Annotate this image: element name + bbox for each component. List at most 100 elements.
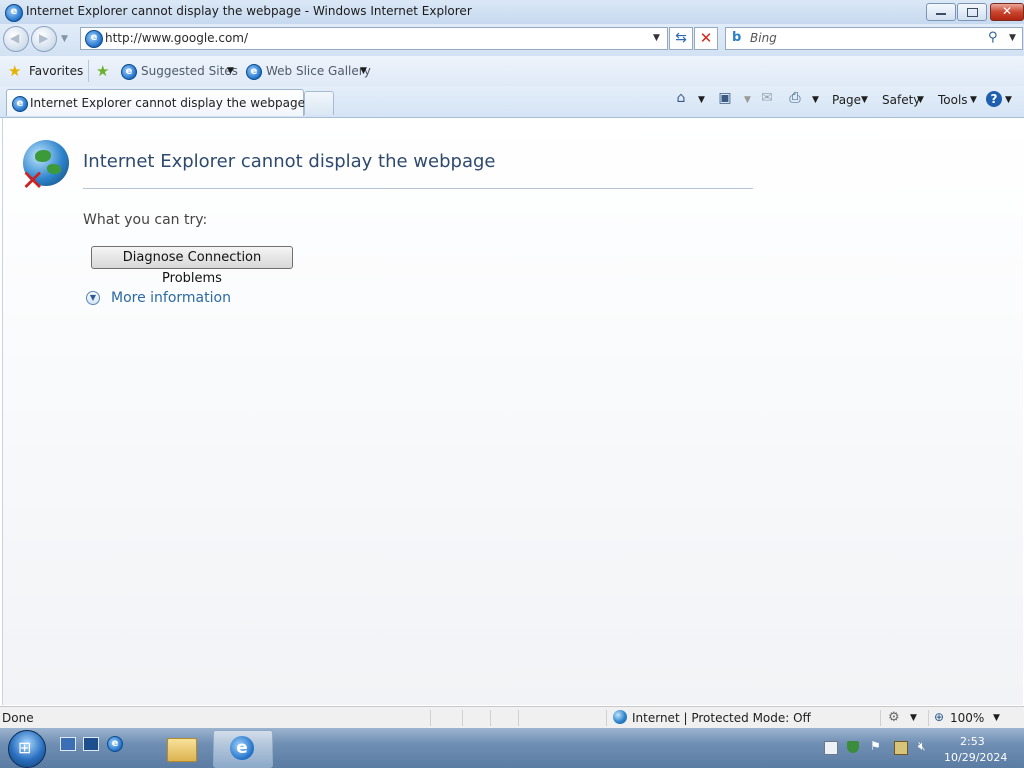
suggested-sites-dropdown[interactable]: ▼	[227, 66, 234, 76]
add-to-favorites-icon[interactable]: ★	[96, 62, 109, 80]
favorites-button[interactable]: Favorites	[29, 64, 83, 78]
feeds-icon[interactable]: ▣	[716, 90, 734, 108]
internet-zone-icon	[613, 710, 627, 724]
search-dropdown[interactable]: ▼	[1009, 33, 1016, 43]
document-icon[interactable]	[824, 741, 838, 755]
address-dropdown[interactable]: ▼	[653, 33, 660, 43]
search-box[interactable]: b Bing ⚲ ▼	[725, 27, 1023, 50]
safety-dropdown-icon[interactable]: ▼	[917, 95, 924, 105]
web-slice-gallery-link[interactable]: Web Slice Gallery	[266, 64, 371, 78]
show-desktop-icon[interactable]	[60, 737, 76, 751]
status-divider	[880, 710, 881, 726]
tab-label: Internet Explorer cannot display the web…	[30, 96, 305, 110]
page-content: ✕ Internet Explorer cannot display the w…	[2, 118, 1023, 705]
status-divider	[606, 710, 607, 726]
taskbar: ⊞ e e ⚑ 🔇︎ 2:53 10/29/2024	[0, 728, 1024, 768]
what-you-can-try-label: What you can try:	[83, 212, 208, 228]
bing-icon: b	[732, 30, 742, 45]
suggested-sites-link[interactable]: Suggested Sites	[141, 64, 238, 78]
page-menu[interactable]: Page	[832, 93, 861, 107]
favorites-separator	[88, 60, 89, 82]
page-ie-icon: e	[85, 30, 103, 48]
status-divider	[462, 710, 463, 726]
print-dropdown[interactable]: ▼	[812, 95, 819, 105]
shield-icon[interactable]	[847, 741, 859, 753]
tab-ie-icon: e	[12, 96, 28, 112]
globe-error-icon: ✕	[21, 140, 69, 197]
stop-button[interactable]: ✕	[694, 27, 718, 50]
action-center-flag-icon[interactable]: ⚑	[870, 739, 882, 753]
forward-arrow-icon: ▶	[39, 31, 49, 45]
refresh-button[interactable]: ⇆	[669, 27, 693, 50]
clock-date[interactable]: 10/29/2024	[944, 751, 1007, 764]
help-dropdown-icon[interactable]: ▼	[1005, 95, 1012, 105]
recent-pages-dropdown[interactable]: ▼	[61, 34, 68, 44]
quicklaunch-ie-icon[interactable]: e	[107, 736, 123, 752]
help-icon[interactable]: ?	[986, 91, 1002, 107]
favorites-bar: ★ Favorites ★ e Suggested Sites ▼ e Web …	[0, 56, 1024, 86]
status-bar: Done Internet | Protected Mode: Off ⚙ ▼ …	[0, 706, 1024, 729]
home-dropdown[interactable]: ▼	[698, 95, 705, 105]
refresh-icon: ⇆	[675, 30, 687, 46]
search-input[interactable]: Bing	[750, 31, 777, 45]
start-button[interactable]: ⊞	[8, 730, 46, 768]
safety-menu[interactable]: Safety	[882, 93, 920, 107]
system-tray: ⚑ 🔇︎ 2:53 10/29/2024	[812, 730, 1020, 766]
back-button[interactable]: ◀	[3, 26, 29, 52]
close-button[interactable]: ✕	[990, 3, 1024, 21]
ie-icon: e	[230, 736, 254, 760]
web-slice-dropdown[interactable]: ▼	[360, 66, 367, 76]
address-input[interactable]: http://www.google.com/	[105, 31, 248, 45]
print-icon[interactable]: ⎙	[786, 90, 804, 108]
web-slice-icon: e	[246, 64, 262, 80]
taskbar-ie-button[interactable]: e	[213, 730, 273, 768]
home-icon[interactable]: ⌂	[672, 90, 690, 108]
minimize-button[interactable]	[926, 3, 956, 21]
tab-error-page[interactable]: e Internet Explorer cannot display the w…	[6, 89, 305, 116]
window-title: Internet Explorer cannot display the web…	[26, 4, 472, 18]
new-tab-button[interactable]	[304, 91, 334, 115]
windows-logo-icon: ⊞	[18, 738, 32, 757]
zoom-dropdown[interactable]: ▼	[993, 713, 1000, 723]
status-text: Done	[2, 711, 34, 725]
globe-land	[35, 150, 51, 162]
clock-time[interactable]: 2:53	[960, 735, 985, 748]
restore-icon	[967, 8, 978, 17]
mail-icon[interactable]: ✉	[758, 90, 776, 108]
globe-land	[47, 164, 61, 174]
forward-button[interactable]: ▶	[31, 26, 57, 52]
zoom-icon[interactable]: ⊕	[934, 710, 944, 724]
status-divider	[928, 710, 929, 726]
status-divider	[490, 710, 491, 726]
suggested-sites-icon: e	[121, 64, 137, 80]
tools-menu[interactable]: Tools	[938, 93, 968, 107]
network-icon[interactable]	[894, 741, 908, 755]
title-bar: e Internet Explorer cannot display the w…	[0, 0, 1024, 24]
back-arrow-icon: ◀	[10, 31, 20, 45]
navigation-bar: ◀ ▶ ▼ e http://www.google.com/ ▼ ⇆ ✕ b B…	[0, 24, 1024, 56]
page-dropdown-icon[interactable]: ▼	[861, 95, 868, 105]
add-ons-icon[interactable]: ⚙	[888, 710, 900, 725]
status-divider	[430, 710, 431, 726]
tools-dropdown-icon[interactable]: ▼	[970, 95, 977, 105]
error-title: Internet Explorer cannot display the web…	[83, 151, 496, 172]
minimize-icon	[936, 13, 946, 15]
stop-icon: ✕	[699, 29, 713, 47]
error-x-icon: ✕	[21, 164, 45, 197]
security-zone-text[interactable]: Internet | Protected Mode: Off	[632, 711, 811, 725]
add-ons-dropdown[interactable]: ▼	[910, 713, 917, 723]
diagnose-connection-button[interactable]: Diagnose Connection Problems	[91, 246, 293, 286]
feeds-dropdown[interactable]: ▼	[744, 95, 751, 105]
restore-button[interactable]	[957, 3, 987, 21]
volume-muted-icon[interactable]: 🔇︎	[918, 739, 930, 753]
expand-chevron-icon[interactable]: ▼	[86, 291, 100, 305]
taskbar-explorer-button[interactable]	[159, 730, 203, 766]
switch-windows-icon[interactable]	[83, 737, 99, 751]
ie-icon: e	[5, 4, 23, 22]
more-information-link[interactable]: More information	[111, 290, 231, 306]
address-bar[interactable]: e http://www.google.com/ ▼	[80, 27, 668, 50]
status-divider	[518, 710, 519, 726]
tab-bar: e Internet Explorer cannot display the w…	[0, 86, 1024, 118]
zoom-level[interactable]: 100%	[950, 711, 984, 725]
search-icon[interactable]: ⚲	[988, 30, 998, 45]
